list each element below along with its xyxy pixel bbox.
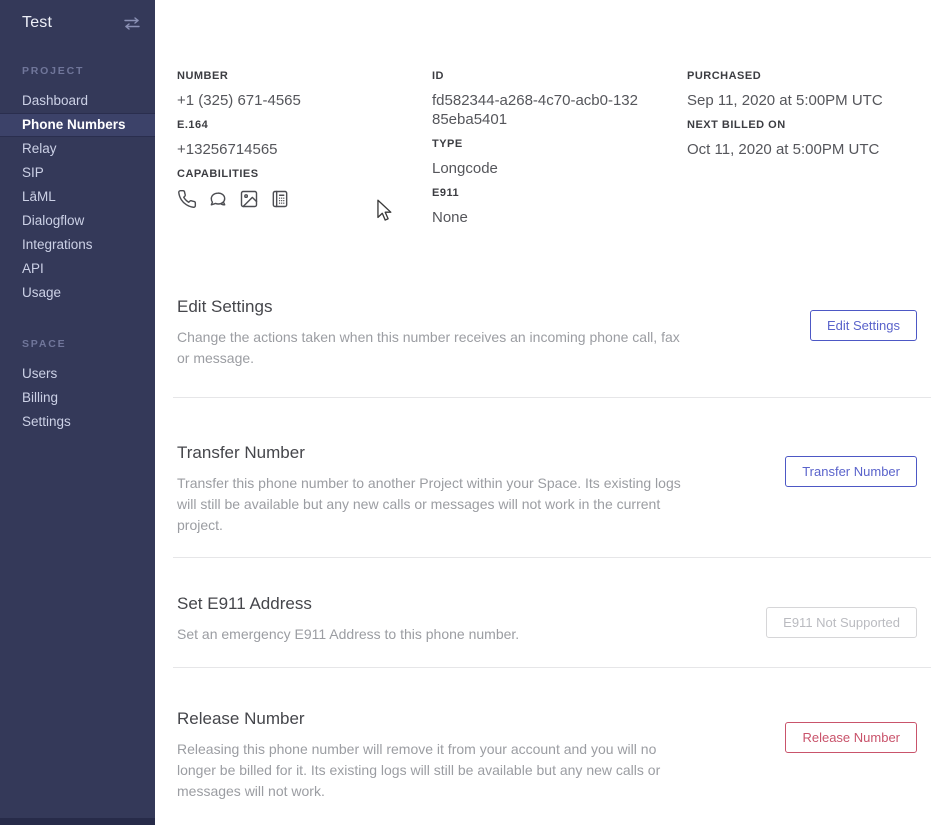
phone-number-detail-page: NUMBER +1 (325) 671-4565 E.164 +13256714… <box>155 0 931 825</box>
sidebar-bottom-strip <box>0 818 155 825</box>
sidebar: Test PROJECT Dashboard Phone Numbers Rel… <box>0 0 155 825</box>
capabilities-label: CAPABILITIES <box>177 167 427 181</box>
fax-icon <box>270 189 290 209</box>
purchased-label: PURCHASED <box>687 69 927 83</box>
sidebar-item-laml[interactable]: LāML <box>0 185 155 209</box>
e911-label: E911 <box>432 186 682 200</box>
e164-label: E.164 <box>177 118 427 132</box>
field-capabilities: CAPABILITIES <box>177 167 427 209</box>
sidebar-item-relay[interactable]: Relay <box>0 137 155 161</box>
sidebar-item-dialogflow[interactable]: Dialogflow <box>0 209 155 233</box>
info-column-billing: PURCHASED Sep 11, 2020 at 5:00PM UTC NEX… <box>687 69 927 167</box>
field-e911: E911 None <box>432 186 682 227</box>
voice-icon <box>177 189 197 209</box>
sidebar-item-integrations[interactable]: Integrations <box>0 233 155 257</box>
e164-value: +13256714565 <box>177 140 427 159</box>
swap-arrows-icon[interactable] <box>123 17 141 30</box>
set-e911-description: Set an emergency E911 Address to this ph… <box>177 624 692 645</box>
next-billed-label: NEXT BILLED ON <box>687 118 927 132</box>
e911-value: None <box>432 208 682 227</box>
transfer-number-description: Transfer this phone number to another Pr… <box>177 473 692 536</box>
edit-settings-title: Edit Settings <box>177 296 917 318</box>
sms-icon <box>208 189 228 209</box>
sidebar-item-billing[interactable]: Billing <box>0 386 155 410</box>
sidebar-item-phone-numbers[interactable]: Phone Numbers <box>0 113 155 137</box>
section-transfer-number: Transfer Number Transfer this phone numb… <box>177 442 917 536</box>
field-e164: E.164 +13256714565 <box>177 118 427 159</box>
id-label: ID <box>432 69 682 83</box>
sidebar-header: Test <box>0 0 155 32</box>
field-type: TYPE Longcode <box>432 137 682 178</box>
sidebar-item-dashboard[interactable]: Dashboard <box>0 89 155 113</box>
edit-settings-button[interactable]: Edit Settings <box>810 310 917 341</box>
sidebar-item-settings[interactable]: Settings <box>0 410 155 434</box>
section-set-e911: Set E911 Address Set an emergency E911 A… <box>177 593 917 645</box>
number-label: NUMBER <box>177 69 427 83</box>
section-release-number: Release Number Releasing this phone numb… <box>177 708 917 802</box>
divider <box>173 557 931 558</box>
section-edit-settings: Edit Settings Change the actions taken w… <box>177 296 917 369</box>
mms-icon <box>239 189 259 209</box>
id-value: fd582344-a268-4c70-acb0-13285eba5401 <box>432 91 642 129</box>
edit-settings-description: Change the actions taken when this numbe… <box>177 327 692 369</box>
sidebar-item-sip[interactable]: SIP <box>0 161 155 185</box>
release-number-description: Releasing this phone number will remove … <box>177 739 692 802</box>
field-number: NUMBER +1 (325) 671-4565 <box>177 69 427 110</box>
transfer-number-button[interactable]: Transfer Number <box>785 456 917 487</box>
type-label: TYPE <box>432 137 682 151</box>
field-purchased: PURCHASED Sep 11, 2020 at 5:00PM UTC <box>687 69 927 110</box>
number-value: +1 (325) 671-4565 <box>177 91 427 110</box>
sidebar-section-space-label: SPACE <box>22 338 155 350</box>
sidebar-section-project-label: PROJECT <box>22 65 155 77</box>
divider <box>173 397 931 398</box>
divider <box>173 667 931 668</box>
sidebar-item-usage[interactable]: Usage <box>0 281 155 305</box>
info-column-id: ID fd582344-a268-4c70-acb0-13285eba5401 … <box>432 69 682 235</box>
sidebar-item-users[interactable]: Users <box>0 362 155 386</box>
space-name: Test <box>22 14 52 32</box>
purchased-value: Sep 11, 2020 at 5:00PM UTC <box>687 91 927 110</box>
next-billed-value: Oct 11, 2020 at 5:00PM UTC <box>687 140 927 159</box>
type-value: Longcode <box>432 159 682 178</box>
e911-not-supported-button: E911 Not Supported <box>766 607 917 638</box>
info-column-number: NUMBER +1 (325) 671-4565 E.164 +13256714… <box>177 69 427 217</box>
capabilities-icons <box>177 189 427 209</box>
field-id: ID fd582344-a268-4c70-acb0-13285eba5401 <box>432 69 682 129</box>
sidebar-project-nav: Dashboard Phone Numbers Relay SIP LāML D… <box>0 89 155 305</box>
field-next-billed: NEXT BILLED ON Oct 11, 2020 at 5:00PM UT… <box>687 118 927 159</box>
release-number-button[interactable]: Release Number <box>785 722 917 753</box>
sidebar-space-nav: Users Billing Settings <box>0 362 155 434</box>
sidebar-item-api[interactable]: API <box>0 257 155 281</box>
